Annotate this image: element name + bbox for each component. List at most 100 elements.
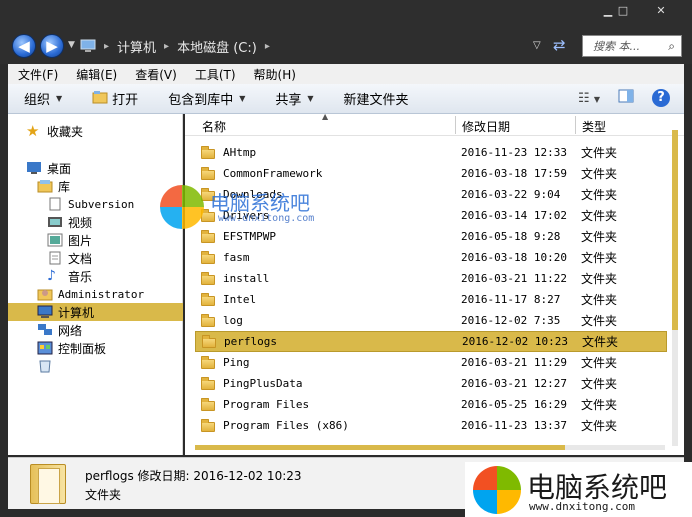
control-panel-icon <box>37 341 53 355</box>
file-name: install <box>223 272 270 285</box>
file-row[interactable]: fasm 2016-03-18 10:20 文件夹 <box>195 247 667 268</box>
music-icon: ♪ <box>47 268 56 284</box>
folder-icon <box>201 145 215 159</box>
menu-tools[interactable]: 工具(T) <box>195 66 236 83</box>
file-date: 2016-03-18 10:20 <box>461 251 567 264</box>
vertical-scrollbar[interactable] <box>672 130 678 446</box>
file-row[interactable]: PingPlusData 2016-03-21 12:27 文件夹 <box>195 373 667 394</box>
open-button[interactable]: 打开 <box>92 89 138 108</box>
folder-icon <box>201 355 215 369</box>
nav-label: 视频 <box>68 215 93 230</box>
recycle-bin-icon <box>37 359 53 373</box>
command-bar: 组织 ▼ 打开 包含到库中 ▼ 共享 ▼ 新建文件夹 ☷ ▼ ? <box>8 84 684 114</box>
search-placeholder: 搜索 本... <box>593 40 640 53</box>
folder-icon <box>30 464 66 504</box>
scrollbar-thumb[interactable] <box>672 130 678 330</box>
menu-help[interactable]: 帮助(H) <box>254 66 296 83</box>
file-name: log <box>223 314 243 327</box>
file-row[interactable]: Program Files (x86) 2016-11-23 13:37 文件夹 <box>195 415 667 436</box>
file-type: 文件夹 <box>581 188 618 202</box>
file-name: PingPlusData <box>223 377 303 390</box>
help-icon[interactable]: ? <box>652 89 670 107</box>
file-row[interactable]: install 2016-03-21 11:22 文件夹 <box>195 268 667 289</box>
file-name: Ping <box>223 356 250 369</box>
file-date: 2016-03-21 11:22 <box>461 272 567 285</box>
file-type: 文件夹 <box>581 230 618 244</box>
refresh-icon[interactable]: ⇄ <box>553 36 566 54</box>
include-label: 包含到库中 <box>168 93 234 108</box>
breadcrumb-separator: ▸ <box>164 40 170 52</box>
column-divider[interactable] <box>575 116 576 134</box>
file-type: 文件夹 <box>581 314 618 328</box>
column-date[interactable]: 修改日期 <box>462 118 510 135</box>
menu-edit[interactable]: 编辑(E) <box>76 66 117 83</box>
nav-label: 计算机 <box>58 305 95 320</box>
scrollbar-thumb[interactable] <box>195 445 565 450</box>
watermark-url: www.dnxitong.com <box>218 213 315 224</box>
menu-view[interactable]: 查看(V) <box>135 66 177 83</box>
file-row[interactable]: Program Files 2016-05-25 16:29 文件夹 <box>195 394 667 415</box>
address-bar[interactable]: ▸ 计算机 ▸ 本地磁盘 (C:) ▸ <box>80 35 550 57</box>
include-in-library-button[interactable]: 包含到库中 ▼ <box>168 89 245 108</box>
breadcrumb-computer[interactable]: 计算机 <box>117 37 156 56</box>
file-type: 文件夹 <box>581 293 618 307</box>
chevron-down-icon: ▼ <box>239 94 246 103</box>
close-button[interactable]: ✕ <box>650 4 672 18</box>
computer-icon <box>37 305 53 319</box>
user-folder-icon <box>37 287 53 301</box>
history-dropdown-icon[interactable]: ▼ <box>68 40 75 50</box>
column-divider[interactable] <box>455 116 456 134</box>
organize-button[interactable]: 组织 ▼ <box>24 89 62 108</box>
breadcrumb-local-disk[interactable]: 本地磁盘 (C:) <box>177 37 257 56</box>
file-type: 文件夹 <box>581 398 618 412</box>
nav-label: Administrator <box>58 287 145 301</box>
file-date: 2016-05-18 9:28 <box>461 230 561 243</box>
file-date: 2016-11-23 12:33 <box>461 146 567 159</box>
forward-button[interactable]: ▶ <box>40 34 64 58</box>
file-row[interactable]: CommonFramework 2016-03-18 17:59 文件夹 <box>195 163 667 184</box>
document-library-icon <box>47 197 63 211</box>
sort-ascending-icon: ▲ <box>322 112 329 121</box>
nav-favorites[interactable]: ★ 收藏夹 <box>26 122 201 140</box>
view-options-icon[interactable]: ☷ ▼ <box>578 91 600 106</box>
nav-label: 收藏夹 <box>47 124 84 139</box>
address-dropdown-icon[interactable]: ▽ <box>533 40 541 51</box>
file-type: 文件夹 <box>581 419 618 433</box>
windows-logo-icon <box>473 466 521 514</box>
file-row[interactable]: Intel 2016-11-17 8:27 文件夹 <box>195 289 667 310</box>
folder-icon <box>202 334 216 348</box>
nav-desktop[interactable]: 桌面 <box>26 159 201 177</box>
search-input[interactable]: 搜索 本... ⌕ <box>582 35 682 57</box>
file-type: 文件夹 <box>581 209 618 223</box>
column-name[interactable]: 名称 <box>202 118 226 135</box>
nav-label: 图片 <box>68 233 93 248</box>
horizontal-scrollbar[interactable] <box>195 445 665 450</box>
file-row[interactable]: Ping 2016-03-21 11:29 文件夹 <box>195 352 667 373</box>
details-type: 文件夹 <box>85 488 122 502</box>
share-button[interactable]: 共享 ▼ <box>275 89 313 108</box>
file-type: 文件夹 <box>582 335 619 349</box>
back-button[interactable]: ◀ <box>12 34 36 58</box>
file-type: 文件夹 <box>581 356 618 370</box>
file-row[interactable]: AHtmp 2016-11-23 12:33 文件夹 <box>195 142 667 163</box>
nav-computer[interactable]: 计算机 <box>8 303 183 321</box>
new-folder-button[interactable]: 新建文件夹 <box>344 89 409 108</box>
file-name: Program Files (x86) <box>223 419 349 432</box>
folder-icon <box>201 292 215 306</box>
nav-label: 控制面板 <box>58 341 107 356</box>
navigation-pane: ★ 收藏夹 桌面 库 Subversion 视频 图片 文档 ♪ 音乐 Admi… <box>8 114 183 455</box>
folder-icon <box>201 166 215 180</box>
maximize-button[interactable]: □ <box>612 4 634 18</box>
nav-label: Subversion <box>68 197 135 211</box>
breadcrumb-separator: ▸ <box>264 40 270 52</box>
preview-pane-icon[interactable] <box>618 89 634 107</box>
file-type: 文件夹 <box>581 377 618 391</box>
file-row-selected[interactable]: perflogs 2016-12-02 10:23 文件夹 <box>195 331 667 352</box>
file-date: 2016-03-21 11:29 <box>461 356 567 369</box>
column-type[interactable]: 类型 <box>582 118 606 135</box>
file-row[interactable]: log 2016-12-02 7:35 文件夹 <box>195 310 667 331</box>
file-date: 2016-03-18 17:59 <box>461 167 567 180</box>
nav-label: 桌面 <box>47 161 72 176</box>
search-icon[interactable]: ⌕ <box>668 39 675 54</box>
menu-file[interactable]: 文件(F) <box>18 66 58 83</box>
